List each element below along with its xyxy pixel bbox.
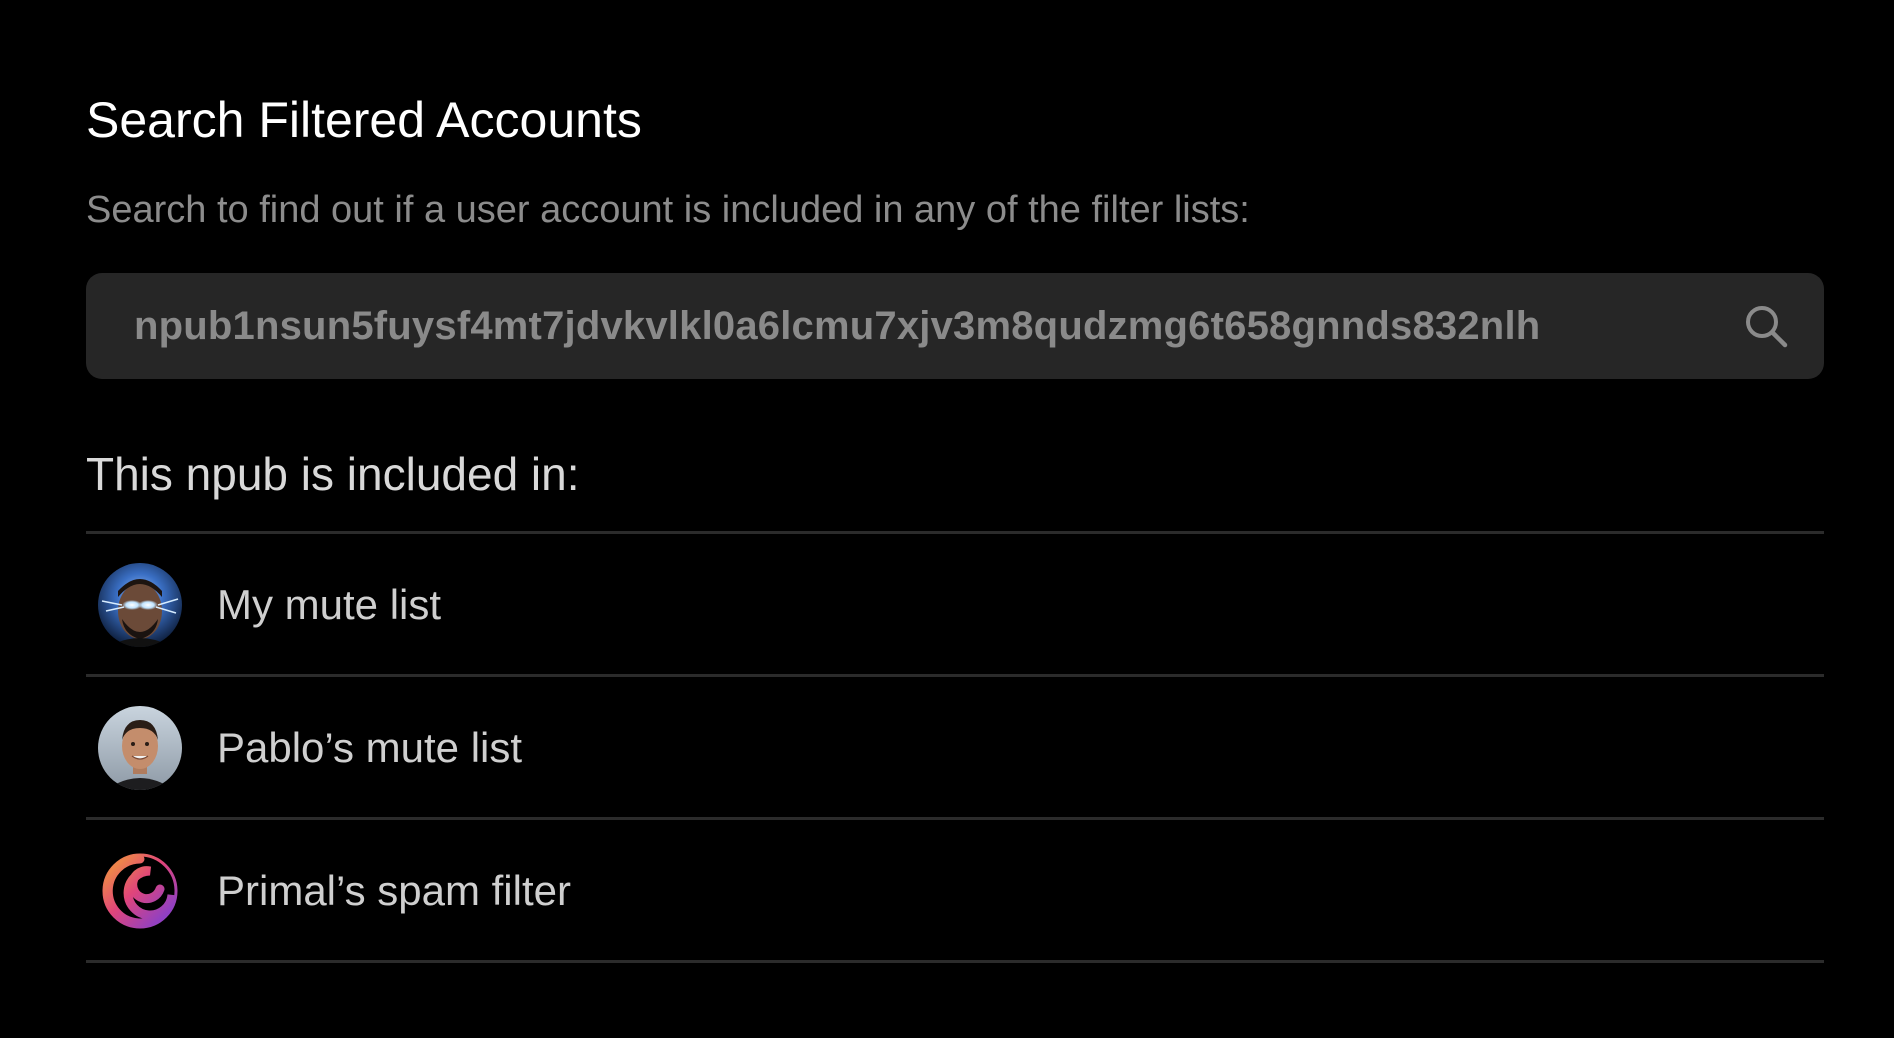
primal-logo-icon: [98, 849, 182, 933]
list-item-pablos-mute-list[interactable]: Pablo’s mute list: [86, 677, 1824, 820]
search-input[interactable]: [134, 273, 1694, 379]
list-item-label: Primal’s spam filter: [217, 867, 571, 914]
list-item-label: My mute list: [217, 581, 442, 628]
page-subtitle: Search to find out if a user account is …: [86, 189, 1250, 231]
list-item-label: Pablo’s mute list: [217, 724, 523, 771]
avatar: [98, 563, 182, 647]
list-item-my-mute-list[interactable]: My mute list: [86, 534, 1824, 677]
list-item-primals-spam-filter[interactable]: Primal’s spam filter: [86, 820, 1824, 963]
search-box[interactable]: [86, 273, 1824, 379]
search-icon[interactable]: [1742, 302, 1790, 350]
page-title: Search Filtered Accounts: [86, 92, 642, 148]
avatar: [98, 706, 182, 790]
filter-list: My mute list Pablo’s mute list Primal’s …: [86, 531, 1824, 963]
results-heading: This npub is included in:: [86, 448, 580, 500]
